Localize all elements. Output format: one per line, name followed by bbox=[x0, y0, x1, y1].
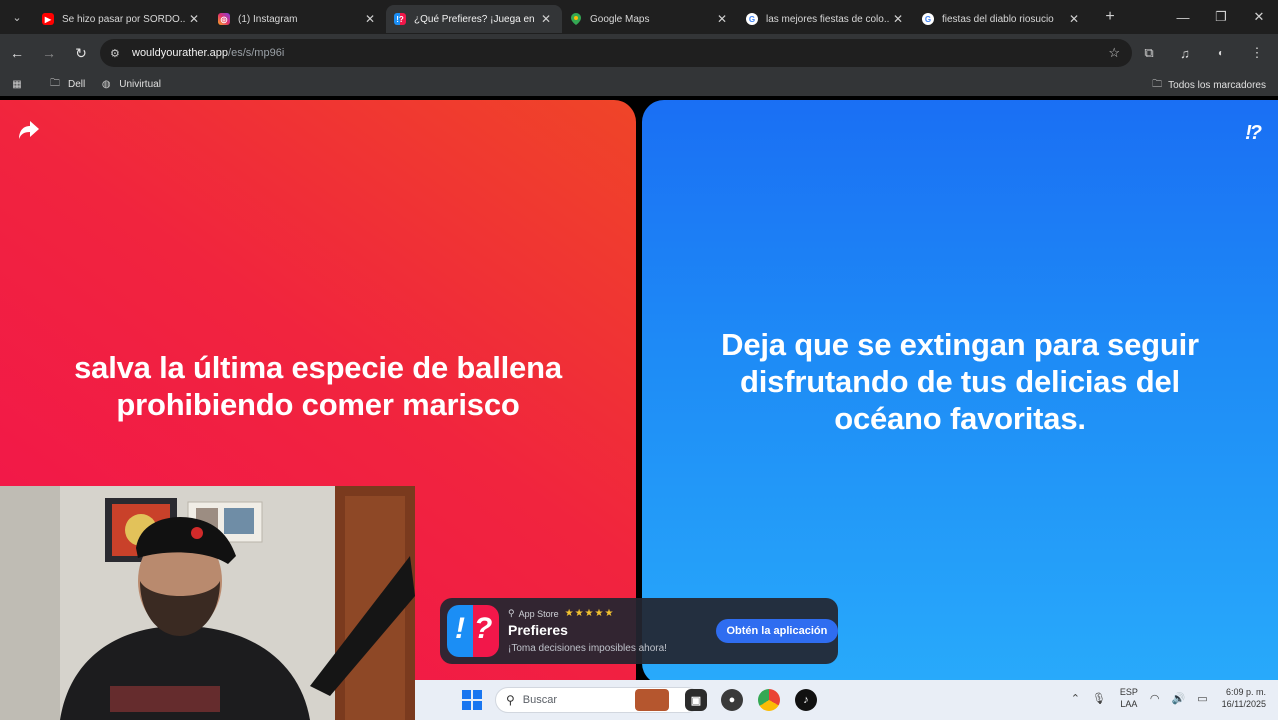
microphone-icon[interactable]: 🎙 bbox=[1092, 692, 1106, 705]
clock[interactable]: 6:09 p. m. 16/11/2025 bbox=[1222, 686, 1266, 710]
windows-taskbar: ⚲ Buscar ▣ ● ♪ ⌃ 🎙 ESP LAA ◠ 🔊 ▭ 6:09 p.… bbox=[415, 680, 1278, 720]
close-tab-icon[interactable]: ✕ bbox=[1066, 12, 1082, 26]
tab-title: Se hizo pasar por SORDO... bbox=[62, 13, 186, 25]
address-bar[interactable]: ⚙ wouldyourather.app/es/s/mp96i ☆ bbox=[100, 39, 1132, 67]
restore-icon[interactable]: ❐ bbox=[1202, 0, 1240, 34]
maps-pin-icon bbox=[570, 13, 582, 25]
tab-prefieres[interactable]: !? ¿Qué Prefieres? ¡Juega en ... ✕ bbox=[386, 5, 562, 33]
minimize-icon[interactable]: — bbox=[1164, 0, 1202, 34]
bookmark-label: Dell bbox=[68, 78, 86, 90]
bookmark-label: Univirtual bbox=[119, 78, 161, 90]
instagram-icon: ◎ bbox=[218, 13, 230, 25]
bookmark-dell[interactable]: 🗀 Dell bbox=[48, 78, 85, 90]
close-tab-icon[interactable]: ✕ bbox=[362, 12, 378, 26]
bookmark-star-icon[interactable]: ☆ bbox=[1108, 45, 1120, 61]
back-arrow-icon[interactable]: ← bbox=[2, 38, 32, 68]
google-icon: G bbox=[746, 13, 758, 25]
reload-icon[interactable]: ↻ bbox=[66, 38, 96, 68]
app-store-icon: ⚲ bbox=[508, 608, 515, 618]
url-host: wouldyourather.app bbox=[132, 47, 229, 59]
close-window-icon[interactable]: ✕ bbox=[1240, 0, 1278, 34]
lang-bottom: LAA bbox=[1120, 699, 1138, 709]
task-view-icon[interactable]: ▣ bbox=[685, 689, 707, 711]
url-path: /es/s/mp96i bbox=[228, 47, 285, 59]
system-tray: ⌃ 🎙 ESP LAA ◠ 🔊 ▭ 6:09 p. m. 16/11/2025 bbox=[1059, 686, 1266, 710]
prefieres-icon: !? bbox=[394, 13, 406, 25]
get-app-button[interactable]: Obtén la aplicación bbox=[715, 619, 838, 643]
new-tab-button[interactable]: + bbox=[1096, 8, 1124, 26]
tab-title: ¿Qué Prefieres? ¡Juega en ... bbox=[414, 13, 538, 25]
store-line: ⚲ App Store ★★★★★ bbox=[508, 608, 704, 619]
bookmarks-bar: ▦ 🗀 Dell ◍ Univirtual 🗀 Todos los marcad… bbox=[0, 72, 1278, 96]
chrome-icon[interactable] bbox=[758, 689, 780, 711]
share-arrow-icon[interactable] bbox=[18, 120, 40, 140]
webcam-feed-image bbox=[0, 486, 415, 720]
clock-time: 6:09 p. m. bbox=[1225, 687, 1266, 697]
language-indicator[interactable]: ESP LAA bbox=[1120, 686, 1138, 710]
tab-title: Google Maps bbox=[590, 13, 650, 25]
promo-app-name: Prefieres bbox=[508, 622, 568, 638]
taskbar-search[interactable]: ⚲ Buscar bbox=[495, 687, 700, 713]
close-tab-icon[interactable]: ✕ bbox=[186, 12, 202, 26]
promo-tagline: ¡Toma decisiones imposibles ahora! bbox=[508, 643, 667, 654]
google-icon: G bbox=[922, 13, 934, 25]
close-tab-icon[interactable]: ✕ bbox=[538, 12, 554, 26]
option-b-text: Deja que se extingan para seguir disfrut… bbox=[721, 327, 1199, 436]
tab-title: las mejores fiestas de colo... bbox=[766, 13, 890, 25]
wifi-icon[interactable]: ◠ bbox=[1150, 692, 1160, 705]
app-logo-icon: !? bbox=[1245, 122, 1262, 144]
tab-youtube[interactable]: ▶ Se hizo pasar por SORDO... ✕ bbox=[34, 5, 210, 33]
search-highlight-image[interactable] bbox=[635, 689, 669, 711]
apps-grid-icon[interactable]: ▦ bbox=[10, 78, 38, 90]
clock-date: 16/11/2025 bbox=[1221, 699, 1266, 709]
option-a-text: salva la última especie de ballena prohi… bbox=[74, 350, 562, 422]
tab-search-diablo[interactable]: G fiestas del diablo riosucio ✕ bbox=[914, 5, 1090, 33]
folder-icon: 🗀 bbox=[50, 77, 60, 89]
app-promo-banner: ! ? ⚲ App Store ★★★★★ Prefieres ¡Toma de… bbox=[440, 598, 838, 664]
globe-icon: ◍ bbox=[101, 78, 111, 90]
tab-title: (1) Instagram bbox=[238, 13, 298, 25]
prefieres-app-icon: ! ? bbox=[447, 605, 499, 657]
tiktok-icon[interactable]: ♪ bbox=[795, 689, 817, 711]
webcam-overlay bbox=[0, 486, 415, 720]
exclamation-glyph: ! bbox=[455, 612, 465, 645]
tab-strip: ⌄ ▶ Se hizo pasar por SORDO... ✕ ◎ (1) I… bbox=[0, 0, 1278, 34]
bookmark-univirtual[interactable]: ◍ Univirtual bbox=[99, 78, 161, 90]
all-bookmarks[interactable]: 🗀 Todos los marcadores bbox=[1152, 77, 1266, 94]
taskbar-search-placeholder: Buscar bbox=[522, 694, 558, 706]
store-name: App Store bbox=[518, 608, 559, 619]
window-controls: — ❐ ✕ bbox=[1164, 0, 1278, 34]
search-icon: ⚲ bbox=[506, 693, 515, 707]
forward-arrow-icon[interactable]: → bbox=[34, 38, 64, 68]
chevron-up-icon[interactable]: ⌃ bbox=[1071, 692, 1080, 705]
site-settings-icon[interactable]: ⚙ bbox=[110, 47, 132, 60]
browser-toolbar: ← → ↻ ⚙ wouldyourather.app/es/s/mp96i ☆ … bbox=[0, 34, 1278, 72]
lang-top: ESP bbox=[1119, 687, 1138, 697]
tab-search-chevron-icon[interactable]: ⌄ bbox=[0, 0, 34, 34]
youtube-icon: ▶ bbox=[42, 13, 54, 25]
folder-icon: 🗀 bbox=[1152, 79, 1163, 90]
media-controls-icon[interactable]: ♫ bbox=[1170, 38, 1200, 68]
all-bookmarks-label: Todos los marcadores bbox=[1168, 80, 1266, 91]
tab-search-fiestas[interactable]: G las mejores fiestas de colo... ✕ bbox=[738, 5, 914, 33]
rating-stars: ★★★★★ bbox=[564, 608, 615, 619]
extensions-icon[interactable]: ⧉ bbox=[1134, 38, 1164, 68]
profile-avatar[interactable]: ◐ bbox=[1206, 38, 1236, 68]
close-tab-icon[interactable]: ✕ bbox=[714, 12, 730, 26]
app-icon-red-dot[interactable]: ● bbox=[721, 689, 743, 711]
tab-google-maps[interactable]: Google Maps ✕ bbox=[562, 5, 738, 33]
volume-icon[interactable]: 🔊 bbox=[1172, 692, 1186, 705]
windows-start-icon[interactable] bbox=[462, 690, 482, 710]
tab-title: fiestas del diablo riosucio bbox=[942, 13, 1054, 25]
close-tab-icon[interactable]: ✕ bbox=[890, 12, 906, 26]
tab-instagram[interactable]: ◎ (1) Instagram ✕ bbox=[210, 5, 386, 33]
menu-kebab-icon[interactable]: ⋮ bbox=[1242, 38, 1272, 68]
battery-icon[interactable]: ▭ bbox=[1197, 692, 1207, 705]
question-glyph: ? bbox=[474, 612, 493, 645]
